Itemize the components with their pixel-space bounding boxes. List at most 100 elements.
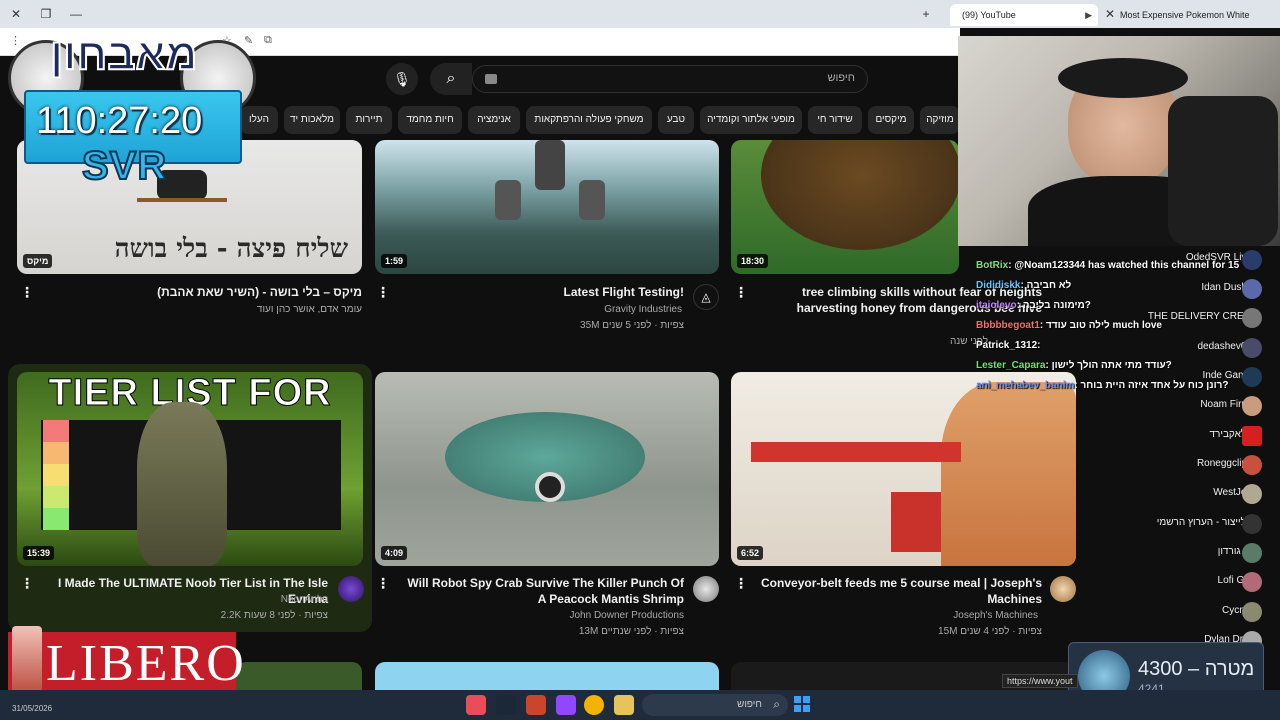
chip-pets[interactable]: חיות מחמד <box>398 106 462 134</box>
new-tab-button[interactable]: + <box>918 6 934 22</box>
more-options-icon[interactable]: ⋮ <box>20 284 34 301</box>
chat-text: @Noam123344 has watched this channel for… <box>1014 260 1240 271</box>
video-thumbnail[interactable] <box>236 662 362 690</box>
goal-label: 4300 – מטרה <box>1138 658 1255 680</box>
mix-badge: מיקס <box>23 254 53 268</box>
search-icon: ⌕ <box>446 70 456 87</box>
gravity-logo-icon[interactable]: ◬ <box>693 284 719 310</box>
dinosaur-figure <box>137 402 227 566</box>
svr-logo: SVR <box>81 143 168 189</box>
video-channel[interactable]: Gravity Industries <box>396 304 682 315</box>
video-thumbnail[interactable]: TIER LIST FOR NOOBS 15:39 <box>17 372 363 566</box>
more-options-icon[interactable]: ⋮ <box>734 284 748 301</box>
taskbar-date: 31/05/2026 <box>12 704 53 713</box>
channel-avatar[interactable] <box>338 576 364 602</box>
channel-avatar[interactable] <box>693 576 719 602</box>
tab-pokemon[interactable]: Most Expensive Pokemon White <box>1108 4 1258 26</box>
screen: ✕ ❐ — + (99) YouTube ▶ ✕ Most Expensive … <box>0 0 1280 720</box>
more-options-icon[interactable]: ⋮ <box>376 575 390 592</box>
app-icon[interactable] <box>526 695 546 715</box>
perfume-bottle-figure <box>12 626 42 696</box>
viewer-name: THE DELIVERY CRE... <box>1147 311 1252 322</box>
chat-message: Bbbbbegoat1: לילה טוב עודד much love <box>976 320 1162 331</box>
video-thumbnail[interactable] <box>375 662 719 690</box>
gaming-chair-figure <box>1168 96 1278 246</box>
video-title[interactable]: Will Robot Spy Crab Survive The Killer P… <box>396 575 684 607</box>
chat-username: Bbbbbegoat1 <box>976 320 1040 331</box>
chat-text: רונן כוח על אחד איזה היית בוחר? <box>1080 380 1229 391</box>
chat-text: לילה טוב עודד much love <box>1046 320 1162 331</box>
search-input[interactable]: חיפוש <box>472 65 868 93</box>
twitch-icon[interactable] <box>556 695 576 715</box>
video-title[interactable]: Conveyor-belt feeds me 5 course meal | J… <box>752 575 1042 607</box>
chat-message: Dididiskk: לא חביבה <box>976 280 1072 291</box>
taskbar-search-placeholder: חיפוש <box>737 699 762 710</box>
browser-tab-bar: ✕ ❐ — + (99) YouTube ▶ ✕ Most Expensive … <box>0 0 1280 28</box>
chrome-icon[interactable] <box>584 695 604 715</box>
chip-tourism[interactable]: תיירות <box>346 106 392 134</box>
video-thumbnail[interactable]: 4:09 <box>375 372 719 566</box>
chat-username: ani_mehabev_banim <box>976 380 1075 391</box>
extension-icon[interactable]: ✎ <box>244 34 253 47</box>
channel-avatar[interactable] <box>1050 576 1076 602</box>
duration-badge: 4:09 <box>381 546 408 560</box>
duration-badge: 18:30 <box>737 254 769 268</box>
video-thumbnail[interactable]: 1:59 <box>375 140 719 274</box>
chat-message: BotRix: @Noam123344 has watched this cha… <box>976 260 1240 271</box>
video-meta: 13M צפיות · לפני שנתיים <box>578 626 684 637</box>
chip-nature[interactable]: טבע <box>658 106 694 134</box>
tab-youtube[interactable]: (99) YouTube ▶ <box>950 4 1098 26</box>
viewer-avatar <box>1242 250 1262 270</box>
viewer-avatar <box>1242 572 1262 592</box>
viewer-avatar <box>1242 484 1262 504</box>
video-thumbnail[interactable]: 6:52 <box>731 372 1076 566</box>
minimize-window-icon[interactable]: — <box>68 6 84 22</box>
voice-search-button[interactable]: 🎙 <box>386 63 418 95</box>
steam-icon[interactable] <box>496 695 516 715</box>
viewer-avatar <box>1242 338 1262 358</box>
more-options-icon[interactable]: ⋮ <box>734 575 748 592</box>
chat-text: מימונה בליבה? <box>1022 300 1091 311</box>
crab-camera-eye <box>535 472 565 502</box>
chip-animation[interactable]: אנימציה <box>468 106 520 134</box>
video-channel[interactable]: John Downer Productions <box>396 610 684 621</box>
more-options-icon[interactable]: ⋮ <box>20 575 34 592</box>
video-title[interactable]: מיקס – בלי בושה - (השיר שאת אהבת) <box>40 284 362 300</box>
taskbar-search[interactable]: חיפוש ⌕ <box>642 694 788 716</box>
category-chips: מוזיקה מיקסים שידור חי מופעי אלתור וקומד… <box>240 106 960 134</box>
video-channel[interactable]: עומר אדם, אושר כהן ועוד <box>40 304 362 315</box>
folder-icon[interactable] <box>614 695 634 715</box>
chip-live[interactable]: שידור חי <box>808 106 862 134</box>
duration-badge: 1:59 <box>381 254 408 268</box>
video-meta: 15M צפיות · לפני 4 שנים <box>938 626 1042 637</box>
viewer-list-panel: OdedSVR Live Idan Dushy THE DELIVERY CRE… <box>1110 246 1280 651</box>
close-window-icon[interactable]: ✕ <box>8 6 24 22</box>
chip-uploaded[interactable]: העלו <box>240 106 278 134</box>
chip-action-games[interactable]: משחקי פעולה והרפתקאות <box>526 106 652 134</box>
status-url: https://www.yout <box>1002 674 1078 688</box>
duration-badge: 6:52 <box>737 546 764 560</box>
chip-mixes[interactable]: מיקסים <box>868 106 914 134</box>
keyboard-icon[interactable] <box>485 74 497 84</box>
app-icon[interactable] <box>466 695 486 715</box>
search-button[interactable]: ⌕ <box>430 63 472 95</box>
chip-comedy[interactable]: מופעי אלתור וקומדיה <box>700 106 802 134</box>
video-thumbnail[interactable]: 18:30 <box>731 140 959 274</box>
viewer-avatar <box>1242 426 1262 446</box>
screenshot-icon[interactable]: ⧉ <box>264 34 272 47</box>
video-channel[interactable]: Joseph's Machines <box>752 610 1038 621</box>
more-options-icon[interactable]: ⋮ <box>376 284 390 301</box>
chip-music[interactable]: מוזיקה <box>920 106 960 134</box>
video-channel[interactable]: NeonAnbu <box>20 594 328 605</box>
streamer-hair-figure <box>1058 58 1188 98</box>
channel-logo: מאבחון <box>49 29 198 80</box>
chat-username: Dididiskk <box>976 280 1021 291</box>
menu-icon[interactable]: ⋮ <box>10 34 21 47</box>
restore-window-icon[interactable]: ❐ <box>38 6 54 22</box>
video-meta: 35M צפיות · לפני 5 שנים <box>580 320 684 331</box>
subathon-timer: 110:27:20 <box>36 100 203 142</box>
chip-crafts[interactable]: מלאכות יד <box>284 106 340 134</box>
video-meta: לפני שנה <box>950 336 988 347</box>
video-title[interactable]: Latest Flight Testing! <box>396 284 684 300</box>
windows-start-icon[interactable] <box>794 696 810 712</box>
